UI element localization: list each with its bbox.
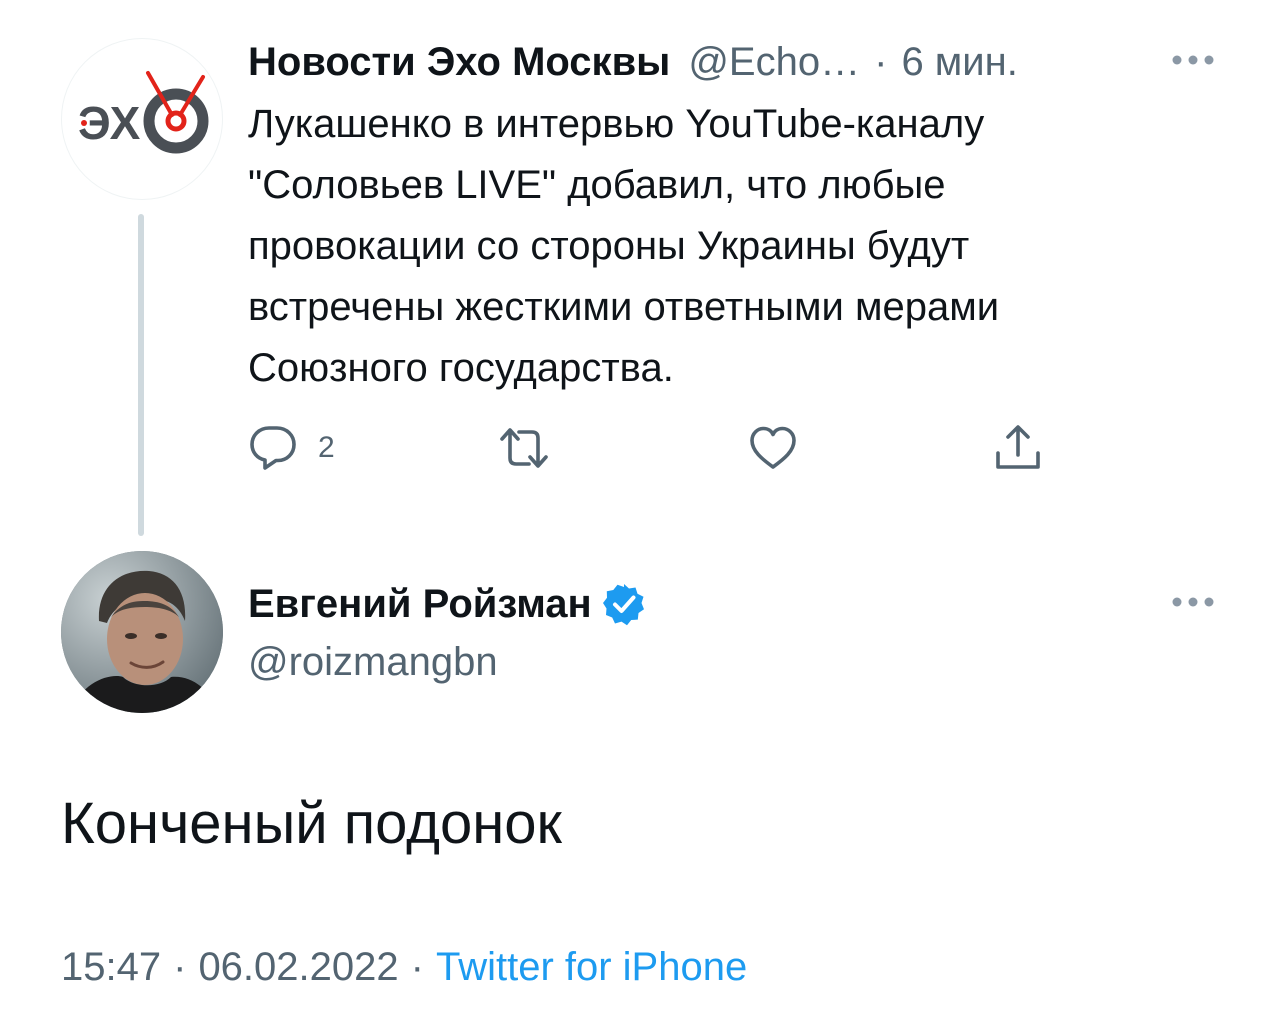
verified-badge-icon[interactable] — [602, 582, 646, 626]
main-tweet-text: Конченый подонок — [61, 791, 562, 856]
meta-separator: · — [410, 945, 424, 989]
parent-tweet-actions: 2 — [248, 422, 1078, 474]
tweet-date[interactable]: 06.02.2022 — [198, 945, 398, 989]
svg-text:ЭХ: ЭХ — [78, 97, 141, 149]
thread-connector-line — [138, 214, 144, 536]
parent-tweet-text-line: Союзного государства. — [248, 346, 674, 390]
echo-moskvy-logo-icon: ЭХ — [78, 71, 209, 154]
tweet-source-link[interactable]: Twitter for iPhone — [436, 945, 747, 989]
retweet-button[interactable] — [496, 422, 552, 474]
main-author-handle[interactable]: @roizmangbn — [248, 640, 498, 685]
main-author-name[interactable]: Евгений Ройзман — [248, 582, 592, 627]
main-tweet-author-row: Евгений Ройзман — [248, 576, 646, 632]
like-button[interactable] — [748, 422, 798, 474]
meta-separator: · — [173, 945, 187, 989]
parent-tweet-time[interactable]: 6 мин. — [901, 40, 1017, 85]
echo-avatar[interactable]: ЭХ — [61, 38, 223, 200]
reply-icon — [250, 426, 296, 470]
parent-more-options-icon[interactable] — [1171, 53, 1215, 67]
share-button[interactable] — [993, 422, 1043, 474]
parent-header-separator: · — [874, 39, 888, 84]
parent-tweet-text-line: встречены жесткими ответными мерами — [248, 285, 1000, 329]
parent-author-name[interactable]: Новости Эхо Москвы — [248, 40, 670, 85]
heart-icon — [750, 426, 796, 469]
tweet-time[interactable]: 15:47 — [61, 945, 161, 989]
reply-button[interactable]: 2 — [248, 422, 335, 474]
parent-tweet-text-line: провокации со стороны Украины будут — [248, 224, 970, 268]
roizman-avatar[interactable] — [61, 551, 223, 713]
parent-tweet-text: Лукашенко в интервью YouTube-каналу "Сол… — [248, 94, 1238, 399]
parent-author-handle[interactable]: @Echo… — [688, 40, 860, 85]
tweet-meta: 15:47 · 06.02.2022 · Twitter for iPhone — [61, 945, 747, 990]
parent-tweet-text-line: Лукашенко в интервью YouTube-каналу — [248, 102, 985, 146]
reply-count: 2 — [318, 431, 335, 464]
share-icon — [996, 425, 1040, 469]
main-more-options-icon[interactable] — [1171, 595, 1215, 609]
parent-tweet-header: Новости Эхо Москвы @Echo… · 6 мин. — [248, 36, 1018, 88]
parent-tweet-text-line: "Соловьев LIVE" добавил, что любые — [248, 163, 946, 207]
retweet-icon — [500, 428, 548, 468]
profile-photo-icon — [61, 551, 223, 713]
